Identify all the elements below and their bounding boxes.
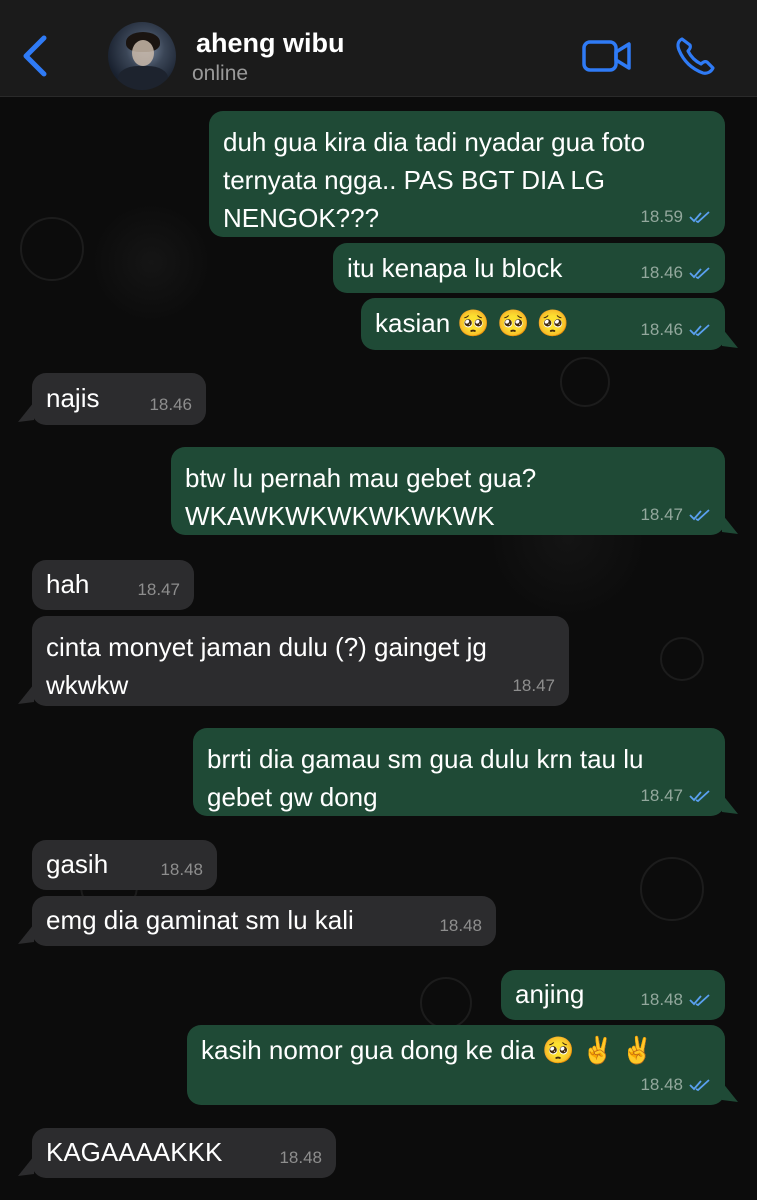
double-check-icon: [689, 509, 710, 522]
message-time: 18.48: [640, 990, 683, 1009]
chevron-left-icon[interactable]: [18, 34, 52, 78]
message-bubble[interactable]: kasian 🥺 🥺 🥺 18.46: [361, 298, 725, 350]
message-text: emg dia gaminat sm lu kali: [46, 905, 354, 935]
message-time: 18.48: [279, 1148, 322, 1167]
bubble-tail: [722, 1082, 738, 1102]
message-bubble[interactable]: btw lu pernah mau gebet gua? WKAWKWKWKWK…: [171, 447, 725, 535]
bubble-tail: [18, 402, 34, 422]
bubble-tail: [722, 328, 738, 348]
message-bubble[interactable]: itu kenapa lu block 18.46: [333, 243, 725, 293]
message-time: 18.46: [640, 263, 683, 282]
message-text: duh gua kira dia tadi nyadar gua foto te…: [223, 127, 653, 233]
bubble-tail: [722, 794, 738, 814]
message-text: cinta monyet jaman dulu (?) gainget jg w…: [46, 632, 495, 700]
message-text: brrti dia gamau sm gua dulu krn tau lu g…: [207, 744, 651, 812]
message-time: 18.47: [640, 786, 683, 805]
avatar[interactable]: [108, 22, 176, 90]
bubble-tail: [18, 924, 34, 944]
message-time: 18.46: [149, 395, 192, 414]
message-time: 18.59: [640, 207, 683, 226]
chat-header: aheng wibu online: [0, 0, 757, 97]
double-check-icon: [689, 1079, 710, 1092]
message-text: btw lu pernah mau gebet gua? WKAWKWKWKWK…: [185, 463, 544, 531]
bubble-tail: [18, 1156, 34, 1176]
bubble-tail: [18, 684, 34, 704]
message-bubble[interactable]: najis 18.46: [32, 373, 206, 425]
message-bubble[interactable]: hah 18.47: [32, 560, 194, 610]
message-time: 18.48: [640, 1075, 683, 1094]
message-time: 18.48: [160, 860, 203, 879]
message-time: 18.47: [640, 505, 683, 524]
double-check-icon: [689, 324, 710, 337]
phone-icon[interactable]: [674, 36, 716, 76]
message-bubble[interactable]: emg dia gaminat sm lu kali 18.48: [32, 896, 496, 946]
message-bubble[interactable]: gasih 18.48: [32, 840, 217, 890]
message-time: 18.48: [439, 916, 482, 935]
double-check-icon: [689, 267, 710, 280]
message-bubble[interactable]: cinta monyet jaman dulu (?) gainget jg w…: [32, 616, 569, 706]
message-time: 18.47: [512, 676, 555, 695]
bubble-tail: [722, 514, 738, 534]
message-bubble[interactable]: kasih nomor gua dong ke dia 🥺 ✌️ ✌️ 18.4…: [187, 1025, 725, 1105]
video-camera-icon[interactable]: [582, 38, 632, 74]
message-time: 18.47: [137, 580, 180, 599]
contact-name[interactable]: aheng wibu: [196, 28, 345, 59]
message-bubble[interactable]: KAGAAAAKKK 18.48: [32, 1128, 336, 1178]
message-time: 18.46: [640, 320, 683, 339]
message-text: kasih nomor gua dong ke dia 🥺 ✌️ ✌️: [201, 1035, 654, 1065]
message-bubble[interactable]: anjing 18.48: [501, 970, 725, 1020]
double-check-icon: [689, 790, 710, 803]
double-check-icon: [689, 994, 710, 1007]
double-check-icon: [689, 211, 710, 224]
contact-status: online: [192, 62, 249, 85]
message-bubble[interactable]: brrti dia gamau sm gua dulu krn tau lu g…: [193, 728, 725, 816]
message-bubble[interactable]: duh gua kira dia tadi nyadar gua foto te…: [209, 111, 725, 237]
